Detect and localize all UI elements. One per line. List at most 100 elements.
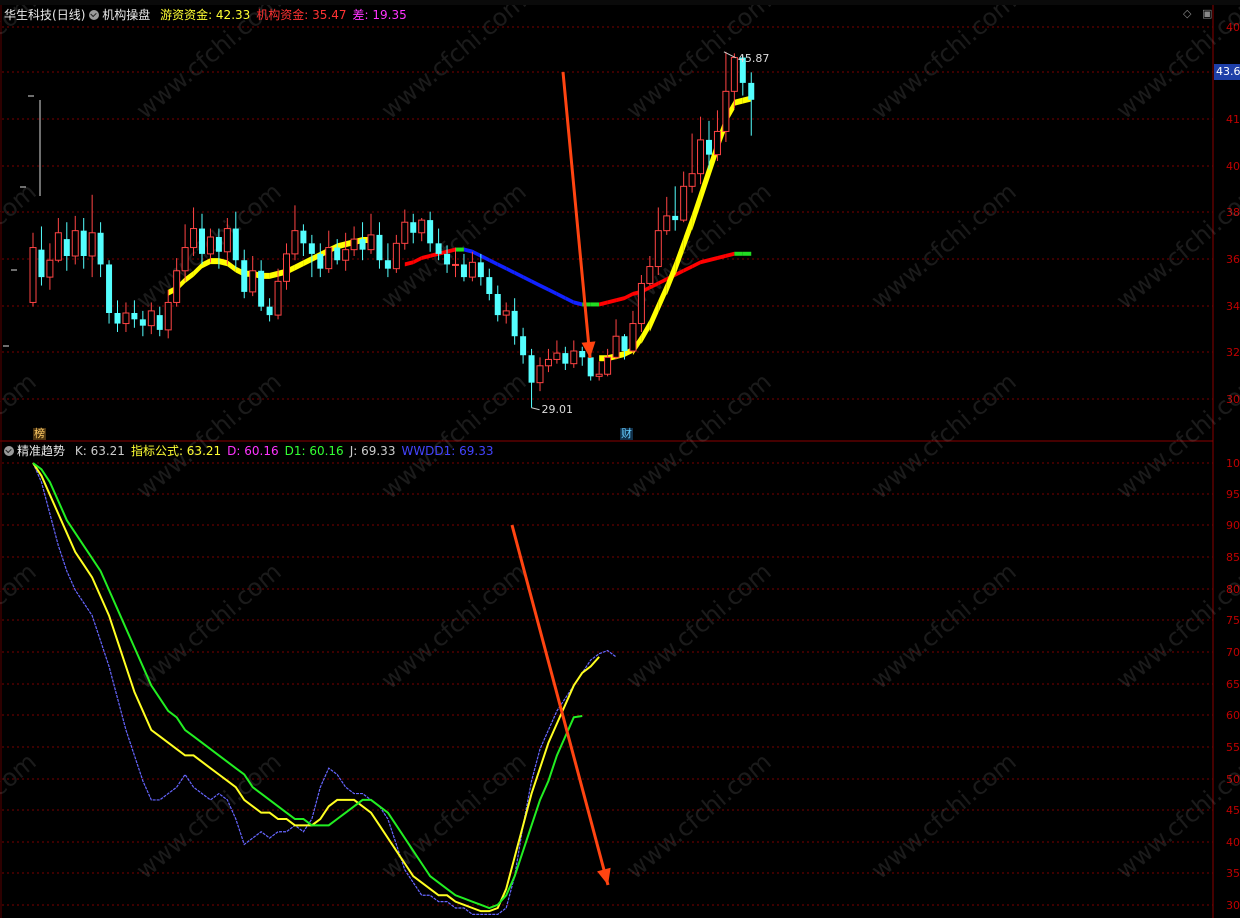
candle-body: [418, 219, 426, 234]
candle-body: [468, 261, 476, 278]
main-y-tick: 40: [1226, 160, 1240, 173]
candle-body: [342, 249, 350, 261]
candle-body: [46, 259, 54, 278]
watermark-text: www.cfchi.com: [376, 557, 532, 694]
candle-body: [291, 230, 299, 255]
candle-body: [392, 242, 400, 270]
sub-y-tick: 40: [1226, 836, 1240, 849]
series-line-j: [32, 462, 617, 915]
candle-body: [266, 306, 273, 316]
slow-ma-segment: [523, 275, 532, 284]
candle-body: [122, 312, 130, 325]
candle-body: [190, 228, 198, 249]
candle-body: [401, 221, 409, 244]
fast-ma-segment: [227, 260, 236, 273]
slow-ma-segment: [548, 287, 557, 296]
sub-indicator-toggle-icon[interactable]: [4, 446, 14, 456]
candle-body: [477, 262, 484, 278]
slow-ma-segment: [506, 266, 515, 275]
indicator-toggle-icon[interactable]: [89, 10, 100, 20]
candle-body: [713, 130, 721, 156]
stock-chart[interactable]: 4043414038363432301095908580757065605550…: [0, 0, 1240, 918]
candle-body: [215, 237, 222, 252]
sub-y-tick: 45: [1226, 804, 1240, 817]
candle-body: [38, 249, 45, 278]
sub-panel-header: 精准趋势 K: 63.21 指标公式: 63.21 D: 60.16 D1: 60.1…: [4, 444, 494, 458]
watermark-text: www.cfchi.com: [1111, 177, 1240, 314]
candle-body: [722, 90, 730, 132]
candle-body: [637, 282, 645, 325]
candle-body: [29, 247, 37, 303]
slow-ma-segment: [514, 270, 524, 279]
watermark-text: www.cfchi.com: [1111, 557, 1240, 694]
candle-body: [181, 247, 189, 272]
watermark-text: www.cfchi.com: [866, 0, 1022, 125]
toolbar-strip[interactable]: [0, 0, 1240, 5]
watermark-text: www.cfchi.com: [866, 747, 1022, 884]
candle-body: [460, 264, 467, 278]
watermark-text: www.cfchi.com: [0, 747, 42, 884]
fast-ma-segment: [210, 258, 219, 265]
candle-body: [97, 232, 104, 265]
main-metric: 机构资金: 35.47: [256, 8, 347, 22]
candle-body: [612, 335, 620, 358]
candle-body: [604, 356, 612, 375]
badge-cai[interactable]: 财: [620, 428, 633, 440]
candle-body: [536, 365, 544, 384]
candle-body: [258, 270, 265, 307]
sub-y-tick: 65: [1226, 678, 1240, 691]
slow-ma-segment: [455, 247, 464, 252]
candle-body: [579, 351, 586, 358]
slow-ma-segment: [616, 296, 625, 303]
diamond-icon[interactable]: ◇: [1183, 7, 1191, 20]
candle-body: [544, 358, 552, 367]
candle-body: [283, 253, 290, 282]
watermark-text: www.cfchi.com: [376, 367, 532, 504]
fast-ma-segment: [303, 256, 312, 267]
watermark-text: www.cfchi.com: [131, 557, 287, 694]
slow-ma-segment: [725, 251, 735, 258]
low-label: 29.01: [542, 403, 574, 416]
candle-body: [249, 270, 257, 293]
fast-ma-segment: [692, 188, 701, 231]
candle-body: [114, 313, 121, 324]
candle-body: [654, 230, 662, 268]
candle-body: [444, 253, 451, 265]
candle-body: [232, 228, 239, 261]
sub-metric: D1: 60.16: [284, 444, 344, 458]
sub-y-tick: 70: [1226, 646, 1240, 659]
candle-body: [63, 239, 70, 256]
candle-body: [241, 260, 248, 292]
slow-ma-segment: [472, 249, 481, 258]
watermark-text: www.cfchi.com: [1111, 367, 1240, 504]
sub-metric: 指标公式: 63.21: [130, 444, 222, 458]
candle-body: [147, 310, 155, 327]
candle-body: [223, 228, 231, 253]
candle-body: [502, 310, 510, 316]
candle-body: [376, 234, 383, 261]
badge-bang[interactable]: 榜: [33, 428, 46, 440]
restore-icon[interactable]: ▣: [1202, 7, 1212, 20]
sub-metric: WWDD1: 69.33: [401, 444, 494, 458]
watermark-text: www.cfchi.com: [1111, 747, 1240, 884]
watermark-text: www.cfchi.com: [866, 177, 1022, 314]
candle-body: [528, 355, 535, 383]
candle-body: [427, 220, 434, 244]
annotation-arrow-main: [561, 71, 592, 359]
sub-y-tick: 55: [1226, 741, 1240, 754]
candle-body: [562, 353, 569, 364]
sub-y-tick: 90: [1226, 519, 1240, 532]
candle-body: [308, 243, 315, 254]
watermark-text: www.cfchi.com: [1111, 0, 1240, 125]
sub-metrics: K: 63.21 指标公式: 63.21 D: 60.16 D1: 60.16 J: 6…: [69, 444, 494, 458]
watermark-text: www.cfchi.com: [376, 747, 532, 884]
main-y-tick: 41: [1226, 113, 1240, 126]
sub-y-tick: 75: [1226, 614, 1240, 627]
candle-body: [88, 232, 96, 257]
sub-metric: J: 69.33: [349, 444, 396, 458]
slow-ma-segment: [540, 283, 549, 292]
candle-body: [621, 336, 628, 351]
candle-body: [325, 247, 333, 270]
candle-body: [629, 323, 637, 352]
slow-ma-segment: [556, 291, 566, 301]
